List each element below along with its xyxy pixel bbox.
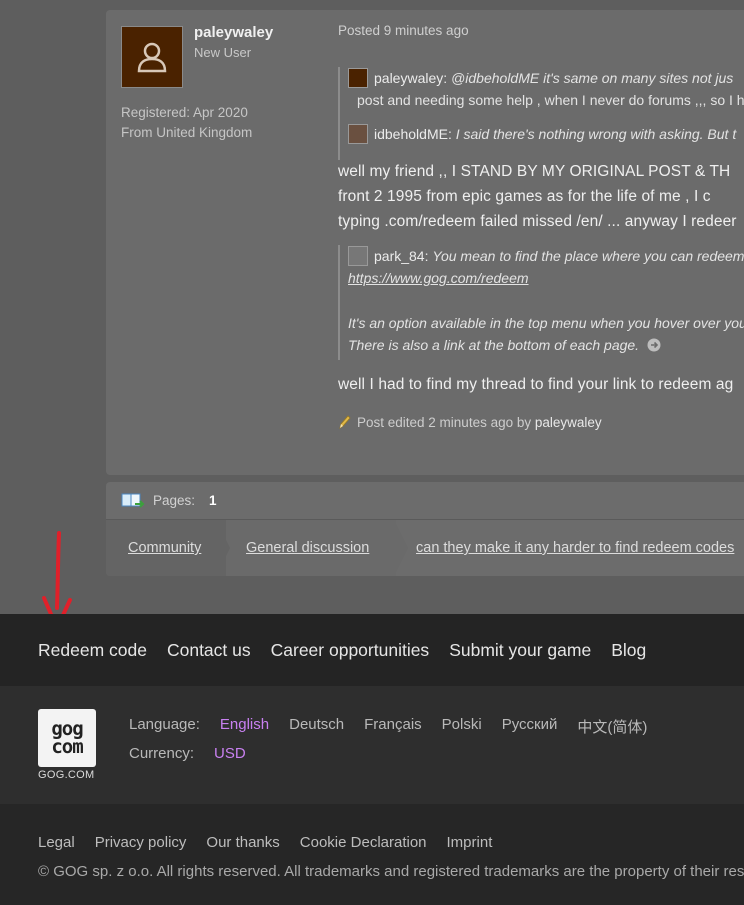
pages-label: Pages: <box>153 493 196 508</box>
edited-label: Post edited 2 minutes ago by <box>357 415 532 430</box>
copyright-notice: © GOG sp. z o.o. All rights reserved. Al… <box>38 863 744 880</box>
footer-nav: Redeem code Contact us Career opportunit… <box>0 614 744 686</box>
user-silhouette-icon <box>137 42 167 73</box>
quote-line: park_84: You mean to find the place wher… <box>348 245 744 267</box>
pagination-row: Pages: 1 <box>106 482 744 520</box>
currency-label: Currency: <box>129 745 195 762</box>
our-thanks-link[interactable]: Our thanks <box>206 834 279 851</box>
gog-logo-caption: GOG.COM <box>38 769 95 781</box>
post-body-line: well my friend ,, I STAND BY MY ORIGINAL… <box>338 163 731 180</box>
post-edited-note: Post edited 2 minutes ago by paleywaley <box>338 414 602 430</box>
breadcrumb-general-discussion[interactable]: General discussion <box>246 520 369 576</box>
quote-author[interactable]: park_84: <box>374 248 428 264</box>
redeem-link[interactable]: https://www.gog.com/redeem <box>348 267 744 289</box>
footer-link-contact-us[interactable]: Contact us <box>167 640 251 661</box>
user-avatar[interactable] <box>121 26 183 88</box>
post-body-line: typing .com/redeem failed missed /en/ ..… <box>338 213 737 230</box>
language-option-russian[interactable]: Русский <box>502 716 558 737</box>
language-option-english[interactable]: English <box>220 716 269 737</box>
language-label: Language: <box>129 716 200 733</box>
breadcrumb: Community General discussion can they ma… <box>106 520 744 576</box>
footer-link-submit-your-game[interactable]: Submit your game <box>449 640 591 661</box>
post-author-name[interactable]: paleywaley <box>194 24 273 41</box>
currency-option-usd[interactable]: USD <box>214 745 246 762</box>
legal-link[interactable]: Legal <box>38 834 75 851</box>
avatar-icon <box>348 246 368 266</box>
quote-text: @idbeholdME it's same on many sites not … <box>451 70 734 86</box>
footer-link-blog[interactable]: Blog <box>611 640 646 661</box>
currency-selector: Currency: USD <box>129 745 266 762</box>
legal-links: Legal Privacy policy Our thanks Cookie D… <box>38 834 512 851</box>
pencil-icon <box>339 415 351 429</box>
language-option-chinese[interactable]: 中文(简体) <box>577 716 647 737</box>
pages-book-icon <box>121 493 145 508</box>
current-page-number: 1 <box>209 493 217 508</box>
quote-text: post and needing some help , when I neve… <box>357 92 744 108</box>
footer-link-redeem-code[interactable]: Redeem code <box>38 640 147 661</box>
quote-text: It's an option available in the top menu… <box>348 315 744 331</box>
quote-text: You mean to find the place where you can… <box>432 248 744 264</box>
post-body-line: well I had to find my thread to find you… <box>338 376 734 393</box>
privacy-policy-link[interactable]: Privacy policy <box>95 834 187 851</box>
language-selector: Language: English Deutsch Français Polsk… <box>129 716 667 737</box>
avatar-icon <box>348 124 368 144</box>
edited-by-user[interactable]: paleywaley <box>535 415 602 430</box>
quote-line: paleywaley: @idbeholdME it's same on man… <box>348 67 744 89</box>
pagination-bar: Pages: 1 Community General discussion ca… <box>106 482 744 576</box>
post-body-paragraph: well my friend ,, I STAND BY MY ORIGINAL… <box>338 159 737 234</box>
breadcrumb-separator-icon <box>394 520 408 576</box>
quote-text: I said there's nothing wrong with asking… <box>455 126 737 142</box>
language-option-francais[interactable]: Français <box>364 716 422 737</box>
quote-line: idbeholdME: I said there's nothing wrong… <box>348 123 744 145</box>
avatar-icon <box>348 68 368 88</box>
footer-legal <box>0 804 744 905</box>
quote-block-1: paleywaley: @idbeholdME it's same on man… <box>338 67 744 160</box>
imprint-link[interactable]: Imprint <box>447 834 493 851</box>
author-location: From United Kingdom <box>121 125 253 140</box>
cookie-declaration-link[interactable]: Cookie Declaration <box>300 834 427 851</box>
posted-time: Posted 9 minutes ago <box>338 23 469 38</box>
breadcrumb-community[interactable]: Community <box>128 520 201 576</box>
quote-author[interactable]: idbeholdME: <box>374 126 452 142</box>
post-body-line: front 2 1995 from epic games as for the … <box>338 188 711 205</box>
arrow-right-icon[interactable] <box>647 338 661 352</box>
gog-logo[interactable]: gog com <box>38 709 96 767</box>
breadcrumb-thread-title[interactable]: can they make it any harder to find rede… <box>416 520 734 576</box>
quote-author[interactable]: paleywaley: <box>374 70 447 86</box>
quote-block-2: park_84: You mean to find the place wher… <box>338 245 744 360</box>
registered-date: Registered: Apr 2020 <box>121 105 248 120</box>
language-option-deutsch[interactable]: Deutsch <box>289 716 344 737</box>
quote-text: There is also a link at the bottom of ea… <box>348 337 640 353</box>
post-author-rank: New User <box>194 45 252 60</box>
quote-line: There is also a link at the bottom of ea… <box>348 334 744 356</box>
breadcrumb-separator-icon <box>216 520 230 576</box>
language-option-polski[interactable]: Polski <box>442 716 482 737</box>
footer-settings <box>0 686 744 804</box>
footer-link-career-opportunities[interactable]: Career opportunities <box>271 640 430 661</box>
